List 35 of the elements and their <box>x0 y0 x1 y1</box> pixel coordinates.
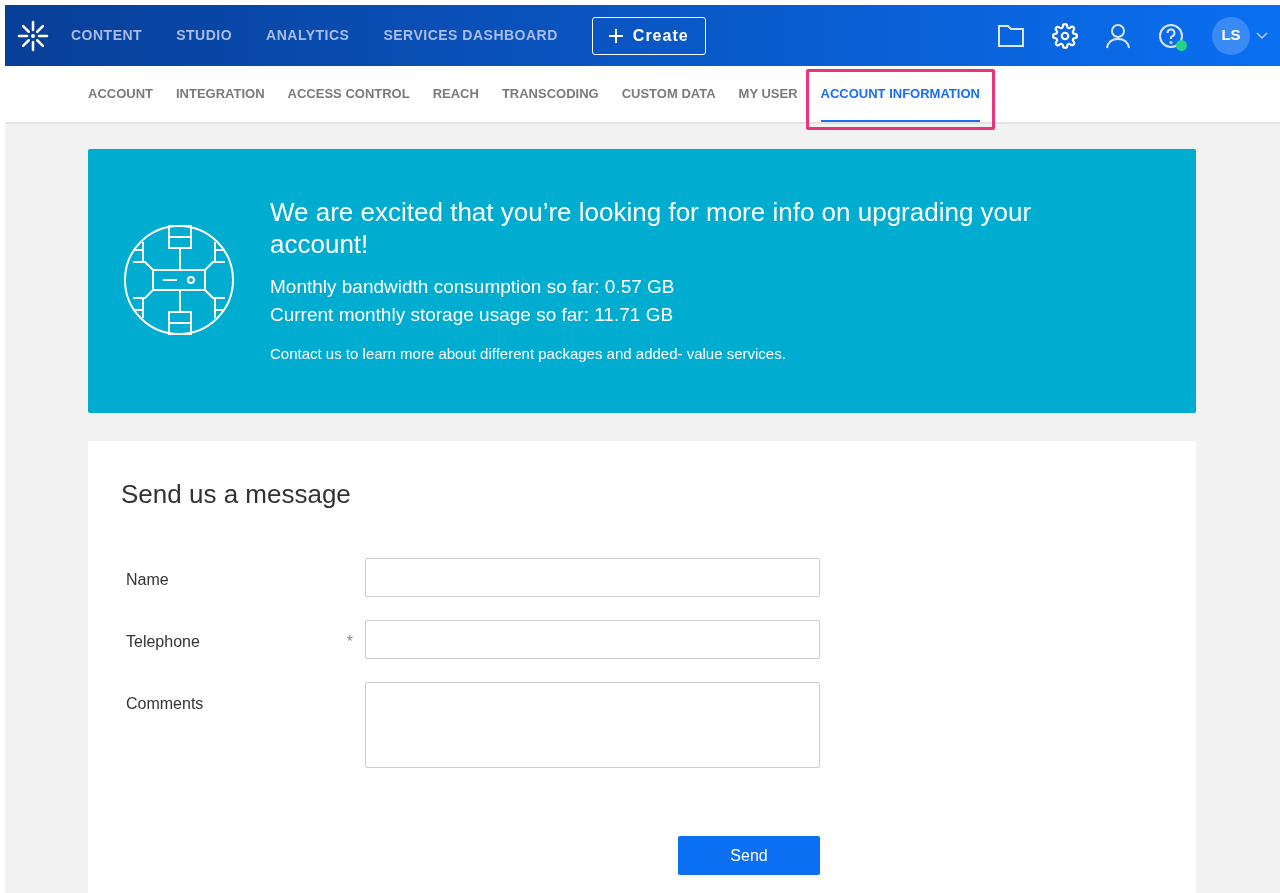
contact-note: Contact us to learn more about different packages and added- value services. <box>270 344 787 364</box>
comments-field[interactable] <box>365 682 820 768</box>
nav-link[interactable]: SERVICES DASHBOARD <box>383 25 558 46</box>
tab[interactable]: TRANSCODING <box>501 66 599 122</box>
tab[interactable]: CUSTOM DATA <box>621 66 716 122</box>
usage-stat: Monthly bandwidth consumption so far: 0.57 GB <box>270 275 676 299</box>
chevron-down-icon[interactable] <box>1256 31 1268 40</box>
folder-icon[interactable] <box>998 24 1024 47</box>
banner-title: We are excited that you’re looking for more info on upgrading your account! <box>270 196 1033 260</box>
tab[interactable]: ACCESS CONTROL <box>287 66 410 122</box>
plus-icon <box>608 28 623 43</box>
nav-link[interactable]: STUDIO <box>176 25 233 46</box>
help-icon[interactable] <box>1158 22 1184 49</box>
form-title: Send us a message <box>121 478 352 511</box>
usage-stat: Current monthly storage usage so far: 11.71 GB <box>270 303 675 327</box>
tab[interactable]: ACCOUNT <box>88 66 153 122</box>
tab[interactable]: INTEGRATION <box>176 66 265 122</box>
nav-link[interactable]: CONTENT <box>71 25 143 46</box>
tab[interactable]: MY USER <box>738 66 798 122</box>
input-field[interactable] <box>365 620 820 659</box>
avatar[interactable]: LS <box>1212 16 1250 55</box>
send-button[interactable]: Send <box>678 836 820 875</box>
settings-icon[interactable] <box>1052 22 1078 49</box>
user-icon[interactable] <box>1106 22 1130 49</box>
nav-link[interactable]: ANALYTICS <box>266 25 350 46</box>
field-label: Telephone <box>125 632 200 652</box>
network-globe-icon <box>123 224 235 336</box>
required-mark: * <box>346 633 353 650</box>
field-label: Comments <box>125 694 204 714</box>
logo-icon <box>17 19 49 52</box>
tab[interactable]: ACCOUNT INFORMATION <box>820 66 980 122</box>
create-button[interactable]: Create <box>591 16 706 55</box>
input-field[interactable] <box>365 558 820 597</box>
tab[interactable]: REACH <box>432 66 479 122</box>
field-label: Name <box>125 570 169 590</box>
